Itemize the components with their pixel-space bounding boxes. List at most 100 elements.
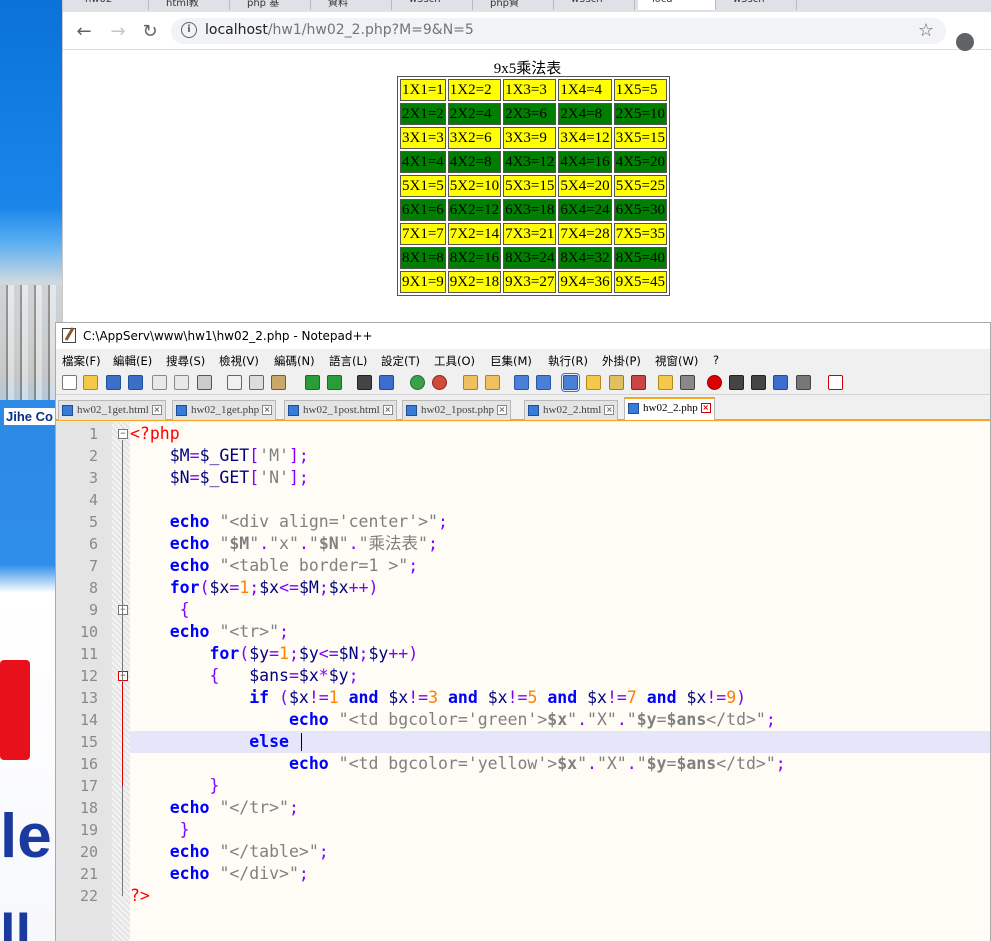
close-all-icon[interactable] — [174, 375, 189, 390]
cut-icon[interactable] — [227, 375, 242, 390]
browser-tab[interactable]: 資料 — [314, 0, 392, 10]
close-tab-icon[interactable]: × — [151, 405, 162, 415]
find-icon[interactable] — [357, 375, 372, 390]
browser-tab[interactable]: hw02 — [71, 0, 149, 10]
save-macro-icon[interactable] — [796, 375, 811, 390]
new-file-icon[interactable] — [62, 375, 77, 390]
close-tab-icon[interactable]: × — [604, 405, 615, 415]
account-icon[interactable] — [956, 33, 974, 51]
address-url[interactable]: localhost/hw1/hw02_2.php?M=9&N=5 — [205, 22, 474, 38]
open-file-icon[interactable] — [83, 375, 98, 390]
code-line[interactable]: $N=$_GET['N']; — [130, 467, 990, 489]
menu-item[interactable]: ? — [713, 353, 719, 367]
code-line[interactable]: else — [130, 731, 990, 753]
menu-item[interactable]: 外掛(P) — [602, 353, 641, 369]
code-line[interactable]: ?> — [130, 885, 990, 907]
replace-icon[interactable] — [379, 375, 394, 390]
play-multi-icon[interactable] — [773, 375, 788, 390]
close-tab-icon[interactable]: × — [382, 405, 393, 415]
back-arrow-icon[interactable]: ← — [73, 21, 95, 43]
play-icon[interactable] — [751, 375, 766, 390]
copy-icon[interactable] — [249, 375, 264, 390]
code-line[interactable]: $M=$_GET['M']; — [130, 445, 990, 467]
code-line[interactable]: echo "</div>"; — [130, 863, 990, 885]
print-icon[interactable] — [197, 375, 212, 390]
forward-arrow-icon[interactable]: → — [107, 21, 129, 43]
file-tab[interactable]: hw02_1post.php × — [402, 400, 512, 420]
browser-tab[interactable]: php 基 — [233, 0, 311, 10]
reload-icon[interactable]: ↻ — [139, 21, 161, 43]
fold-toggle-icon[interactable]: − — [118, 671, 128, 681]
bookmark-star-icon[interactable]: ☆ — [918, 20, 934, 41]
menu-item[interactable]: 巨集(M) — [490, 353, 532, 369]
code-line[interactable] — [130, 489, 990, 511]
menu-item[interactable]: 視窗(W) — [655, 353, 698, 369]
folder-icon[interactable] — [658, 375, 673, 390]
indent-guide-icon[interactable] — [561, 373, 580, 392]
browser-tab[interactable]: php資 — [476, 0, 554, 10]
paste-icon[interactable] — [271, 375, 286, 390]
spellcheck-icon[interactable] — [828, 375, 843, 390]
file-tab[interactable]: hw02_1get.php × — [172, 400, 277, 420]
file-tab[interactable]: hw02_1get.html × — [58, 400, 166, 420]
code-line[interactable]: } — [130, 775, 990, 797]
code-line[interactable]: <?php — [130, 423, 990, 445]
code-line[interactable]: echo "<div align='center'>"; — [130, 511, 990, 533]
save-all-icon[interactable] — [128, 375, 143, 390]
code-line[interactable]: echo "<tr>"; — [130, 621, 990, 643]
close-tab-icon[interactable]: × — [497, 405, 508, 415]
menu-item[interactable]: 檢視(V) — [219, 353, 259, 369]
browser-tab[interactable]: html教 — [152, 0, 230, 10]
code-line[interactable]: echo "<table border=1 >"; — [130, 555, 990, 577]
menu-item[interactable]: 編碼(N) — [274, 353, 315, 369]
code-line[interactable]: echo "$M"."x"."$N"."乘法表"; — [130, 533, 990, 555]
code-line[interactable]: { — [130, 599, 990, 621]
pilcrow-icon[interactable] — [536, 375, 551, 390]
code-editor[interactable]: 1 2 3 4 5 6 7 8 9 10 11 12 13 14 15 16 17 18 19 20 21 22 <?ph… — [56, 422, 990, 941]
code-line[interactable]: echo "</tr>"; — [130, 797, 990, 819]
browser-tab[interactable]: w3sch — [557, 0, 635, 10]
zoom-out-icon[interactable] — [432, 375, 447, 390]
fold-toggle-icon[interactable]: − — [118, 429, 128, 439]
code-line[interactable]: } — [130, 819, 990, 841]
file-tab[interactable]: hw02_2.html × — [524, 400, 619, 420]
browser-tab[interactable]: loca — [638, 0, 716, 10]
monitor-icon[interactable] — [680, 375, 695, 390]
browser-tab[interactable]: w3sch — [719, 0, 797, 10]
lang-icon[interactable] — [586, 375, 601, 390]
code-line[interactable]: for($x=1;$x<=$M;$x++) — [130, 577, 990, 599]
record-icon[interactable] — [707, 375, 722, 390]
info-icon[interactable]: i — [181, 22, 197, 38]
stop-icon[interactable] — [729, 375, 744, 390]
close-tab-icon[interactable]: × — [700, 403, 711, 413]
close-icon[interactable] — [152, 375, 167, 390]
code-line[interactable]: echo "<td bgcolor='yellow'>$x"."X"."$y=$… — [130, 753, 990, 775]
address-bar[interactable]: i localhost/hw1/hw02_2.php?M=9&N=5 ☆ — [171, 18, 946, 44]
code-line[interactable]: if ($x!=1 and $x!=3 and $x!=5 and $x!=7 … — [130, 687, 990, 709]
sync-v-icon[interactable] — [463, 375, 478, 390]
menu-item[interactable]: 檔案(F) — [62, 353, 101, 369]
menu-item[interactable]: 工具(O) — [434, 353, 475, 369]
menu-item[interactable]: 設定(T) — [381, 353, 420, 369]
close-tab-icon[interactable]: × — [262, 405, 273, 415]
redo-icon[interactable] — [327, 375, 342, 390]
menu-item[interactable]: 編輯(E) — [113, 353, 152, 369]
wrap-icon[interactable] — [514, 375, 529, 390]
fold-toggle-icon[interactable]: − — [118, 605, 128, 615]
menu-item[interactable]: 執行(R) — [548, 353, 588, 369]
sync-h-icon[interactable] — [485, 375, 500, 390]
code-line[interactable]: echo "</table>"; — [130, 841, 990, 863]
code-line[interactable]: { $ans=$x*$y; — [130, 665, 990, 687]
menu-item[interactable]: 語言(L) — [329, 353, 367, 369]
code-line[interactable]: for($y=1;$y<=$N;$y++) — [130, 643, 990, 665]
undo-icon[interactable] — [305, 375, 320, 390]
code-line[interactable]: echo "<td bgcolor='green'>$x"."X"."$y=$a… — [130, 709, 990, 731]
browser-tab[interactable]: w3sch — [395, 0, 473, 10]
function-list-icon[interactable] — [631, 375, 646, 390]
zoom-in-icon[interactable] — [410, 375, 425, 390]
save-icon[interactable] — [106, 375, 121, 390]
file-tab[interactable]: hw02_1post.html × — [284, 400, 397, 420]
menu-item[interactable]: 搜尋(S) — [166, 353, 205, 369]
doc-map-icon[interactable] — [609, 375, 624, 390]
file-tab[interactable]: hw02_2.php × — [624, 397, 715, 420]
